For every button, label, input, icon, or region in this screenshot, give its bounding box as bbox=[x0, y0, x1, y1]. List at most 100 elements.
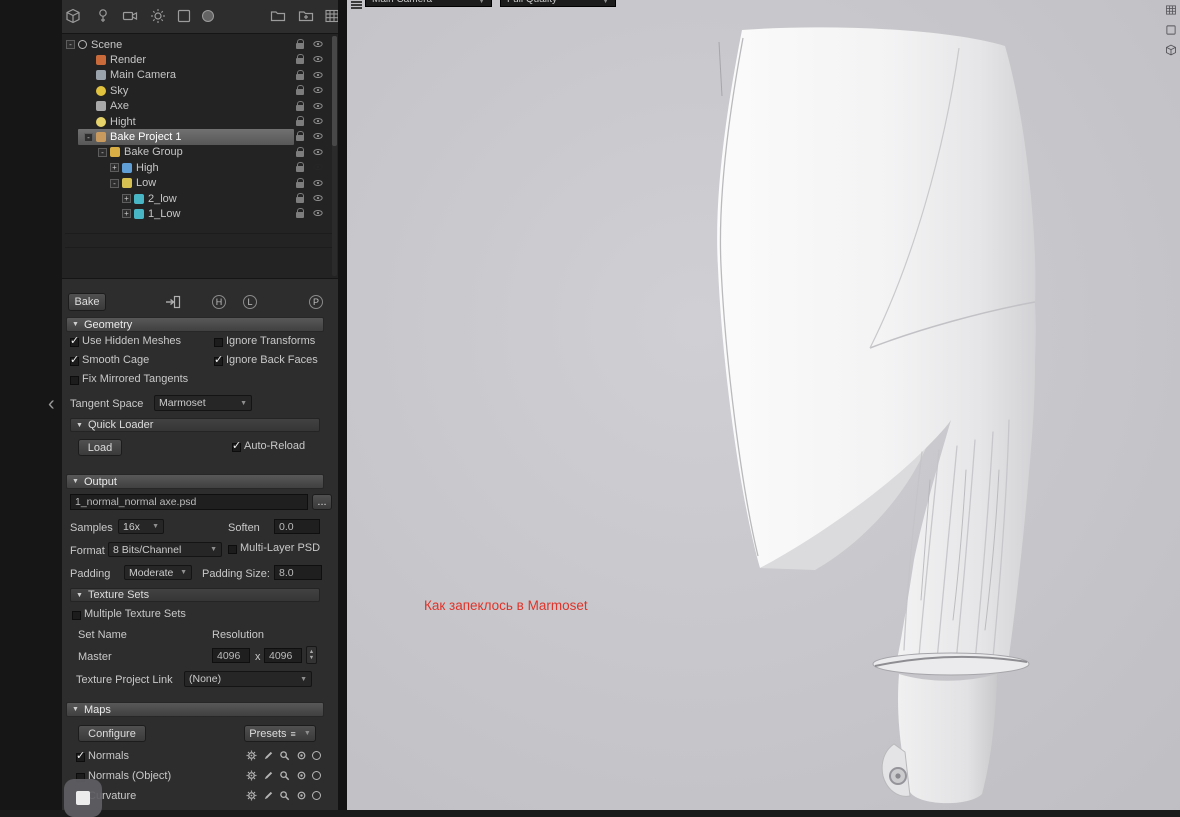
panel-collapse-chevron-icon[interactable]: ‹ bbox=[48, 394, 55, 414]
tangent-space-dropdown[interactable]: Marmoset ▼ bbox=[154, 395, 252, 411]
ring-icon[interactable] bbox=[312, 771, 321, 780]
lock-icon[interactable] bbox=[296, 208, 304, 219]
expander-icon[interactable]: + bbox=[122, 209, 131, 219]
tree-row-bake-group[interactable]: - Bake Group bbox=[62, 145, 338, 160]
viewport-panel-icon[interactable] bbox=[1165, 24, 1177, 36]
expander-icon[interactable]: - bbox=[98, 147, 107, 157]
magnifier-icon[interactable] bbox=[279, 790, 290, 801]
add-mesh-icon[interactable] bbox=[65, 8, 83, 26]
folder-icon[interactable] bbox=[270, 8, 288, 26]
multiple-texture-sets-checkbox[interactable] bbox=[72, 611, 81, 620]
smooth-cage-checkbox[interactable]: ✓ bbox=[70, 354, 79, 366]
resolution-stepper[interactable]: ▲ ▼ bbox=[306, 646, 317, 664]
visibility-icon[interactable] bbox=[313, 147, 323, 157]
gear-icon[interactable] bbox=[246, 770, 257, 781]
texture-project-link-dropdown[interactable]: (None) ▼ bbox=[184, 671, 312, 687]
gear-icon[interactable] bbox=[246, 750, 257, 761]
magnifier-icon[interactable] bbox=[279, 750, 290, 761]
axe-model-render[interactable] bbox=[347, 0, 1180, 810]
expander-icon[interactable]: - bbox=[66, 40, 75, 50]
camera-dropdown[interactable]: Main Camera▼ bbox=[365, 0, 492, 7]
ignore-transforms-checkbox[interactable] bbox=[214, 338, 223, 347]
stepper-down-icon[interactable]: ▼ bbox=[309, 655, 314, 661]
ring-icon[interactable] bbox=[312, 791, 321, 800]
lock-icon[interactable] bbox=[296, 192, 304, 203]
tree-row-axe[interactable]: Axe bbox=[62, 99, 338, 114]
preview-dot-icon[interactable] bbox=[296, 750, 307, 761]
visibility-icon[interactable] bbox=[313, 39, 323, 49]
visibility-icon[interactable] bbox=[313, 54, 323, 64]
resolution-x-input[interactable] bbox=[212, 648, 250, 663]
use-hidden-meshes-checkbox[interactable]: ✓ bbox=[70, 335, 79, 347]
tree-row-low[interactable]: - Low bbox=[62, 176, 338, 191]
lock-icon[interactable] bbox=[296, 39, 304, 49]
expander-icon[interactable]: + bbox=[110, 163, 119, 173]
geometry-section-header[interactable]: ▼ Geometry bbox=[66, 317, 324, 332]
lock-icon[interactable] bbox=[296, 69, 304, 80]
lock-icon[interactable] bbox=[296, 85, 304, 96]
preview-dot-icon[interactable] bbox=[296, 770, 307, 781]
add-sky-icon[interactable] bbox=[150, 8, 168, 26]
visibility-icon[interactable] bbox=[313, 208, 323, 218]
visibility-icon[interactable] bbox=[313, 70, 323, 80]
preview-quick-icon[interactable]: P bbox=[309, 295, 323, 309]
output-section-header[interactable]: ▼ Output bbox=[66, 474, 324, 489]
corner-overlay-widget[interactable] bbox=[64, 779, 102, 817]
expander-icon[interactable]: - bbox=[110, 178, 119, 188]
expander-icon[interactable]: + bbox=[122, 194, 131, 204]
visibility-icon[interactable] bbox=[313, 193, 323, 203]
samples-dropdown[interactable]: 16x ▼ bbox=[118, 519, 164, 534]
bake-export-icon[interactable] bbox=[165, 294, 181, 310]
preview-dot-icon[interactable] bbox=[296, 790, 307, 801]
magnifier-icon[interactable] bbox=[279, 770, 290, 781]
expander-icon[interactable]: - bbox=[84, 132, 93, 142]
add-light-icon[interactable] bbox=[95, 8, 113, 26]
visibility-icon[interactable] bbox=[313, 101, 323, 111]
format-dropdown[interactable]: 8 Bits/Channel ▼ bbox=[108, 542, 222, 557]
multi-layer-psd-checkbox[interactable] bbox=[228, 545, 237, 554]
pencil-icon[interactable] bbox=[263, 790, 274, 801]
ignore-back-faces-checkbox[interactable]: ✓ bbox=[214, 354, 223, 366]
high-quick-icon[interactable]: H bbox=[212, 295, 226, 309]
padding-size-input[interactable] bbox=[274, 565, 322, 580]
add-folder-icon[interactable] bbox=[298, 8, 316, 26]
output-filename-input[interactable] bbox=[70, 494, 308, 510]
tree-row-scene[interactable]: - Scene bbox=[62, 37, 338, 52]
ring-icon[interactable] bbox=[312, 751, 321, 760]
lock-icon[interactable] bbox=[296, 162, 304, 173]
lock-icon[interactable] bbox=[296, 115, 304, 126]
add-camera-icon[interactable] bbox=[122, 8, 140, 26]
viewport-grid-icon[interactable] bbox=[1165, 4, 1177, 16]
lock-icon[interactable] bbox=[296, 146, 304, 157]
tree-scrollbar[interactable] bbox=[332, 36, 337, 276]
maps-section-header[interactable]: ▼ Maps bbox=[66, 702, 324, 717]
lock-icon[interactable] bbox=[296, 131, 304, 142]
tree-row-high[interactable]: + High bbox=[62, 160, 338, 175]
texture-sets-section-header[interactable]: ▼ Texture Sets bbox=[70, 588, 320, 602]
tree-row-1-low[interactable]: + 1_Low bbox=[62, 206, 338, 221]
panel-divider[interactable] bbox=[338, 0, 347, 810]
add-sphere-icon[interactable] bbox=[200, 8, 218, 26]
soften-input[interactable] bbox=[274, 519, 320, 534]
tree-row-hight[interactable]: Hight bbox=[62, 114, 338, 129]
lock-icon[interactable] bbox=[296, 54, 304, 65]
quick-loader-section-header[interactable]: ▼ Quick Loader bbox=[70, 418, 320, 432]
tree-row-bake-project[interactable]: - Bake Project 1 bbox=[62, 129, 338, 146]
tree-row-render[interactable]: Render bbox=[62, 52, 338, 67]
browse-button[interactable]: ... bbox=[312, 494, 332, 510]
resolution-y-input[interactable] bbox=[264, 648, 302, 663]
visibility-icon[interactable] bbox=[313, 178, 323, 188]
gear-icon[interactable] bbox=[246, 790, 257, 801]
bake-button[interactable]: Bake bbox=[68, 293, 106, 311]
visibility-icon[interactable] bbox=[313, 85, 323, 95]
visibility-icon[interactable] bbox=[313, 162, 323, 172]
fix-mirrored-tangents-checkbox[interactable] bbox=[70, 376, 79, 385]
padding-dropdown[interactable]: Moderate ▼ bbox=[124, 565, 192, 580]
lock-icon[interactable] bbox=[296, 100, 304, 111]
add-box-icon[interactable] bbox=[176, 8, 194, 26]
tree-row-main-camera[interactable]: Main Camera bbox=[62, 68, 338, 83]
lock-icon[interactable] bbox=[296, 177, 304, 188]
visibility-icon[interactable] bbox=[313, 131, 323, 141]
load-button[interactable]: Load bbox=[78, 439, 122, 456]
quality-dropdown[interactable]: Full Quality▼ bbox=[500, 0, 616, 7]
